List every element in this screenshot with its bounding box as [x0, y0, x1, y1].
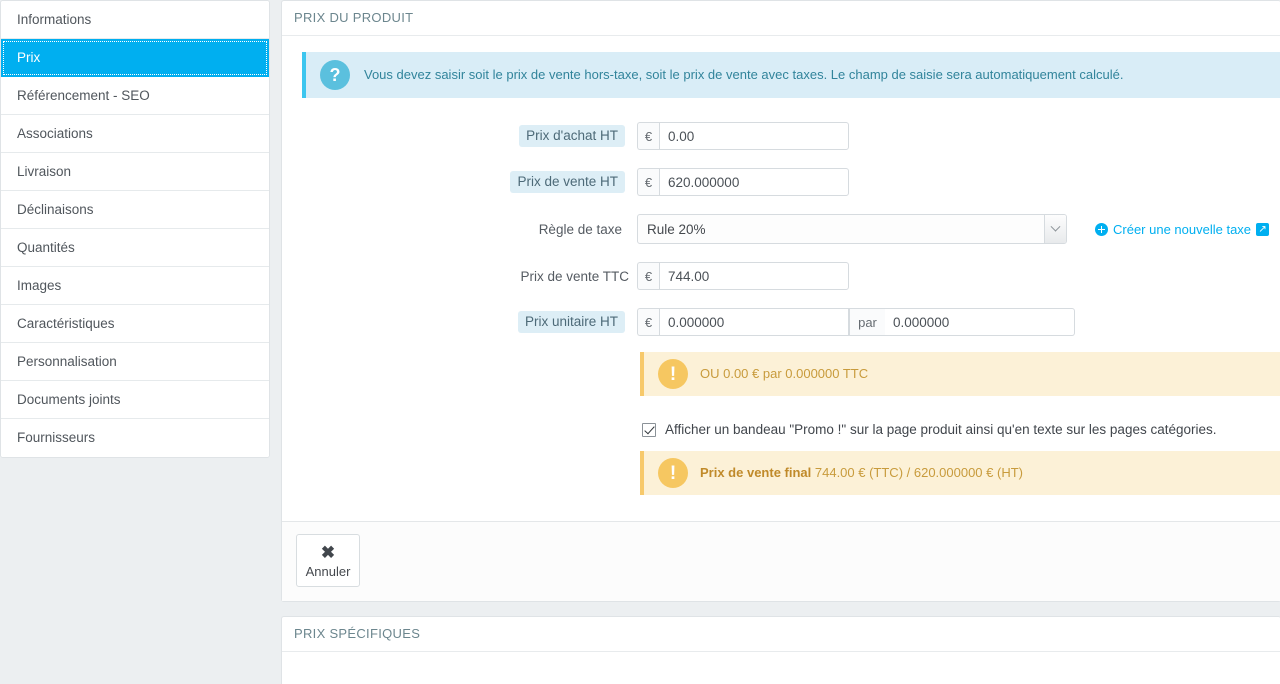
- purchase-price-control: €: [637, 122, 849, 150]
- warning-icon: !: [658, 359, 688, 389]
- sidebar-item-documents-joints[interactable]: Documents joints: [1, 381, 269, 419]
- main-content: PRIX DU PRODUIT ? Vous devez saisir soit…: [270, 0, 1280, 684]
- price-info-alert-text: Vous devez saisir soit le prix de vente …: [364, 67, 1124, 82]
- sidebar-item-declinaisons[interactable]: Déclinaisons: [1, 191, 269, 229]
- row-sale-price-ht: Prix de vente HT €: [282, 168, 1280, 196]
- purchase-price-input-group: €: [637, 122, 849, 150]
- sidebar-item-personnalisation[interactable]: Personnalisation: [1, 343, 269, 381]
- sidebar-item-associations[interactable]: Associations: [1, 115, 269, 153]
- price-info-alert: ? Vous devez saisir soit le prix de vent…: [302, 52, 1280, 98]
- price-form: Prix d'achat HT € Prix de vente HT: [282, 98, 1280, 495]
- row-tax-rule: Règle de taxe Rule 20% Créer une nouvell…: [282, 214, 1280, 244]
- promo-banner-label[interactable]: Afficher un bandeau "Promo !" sur la pag…: [665, 422, 1217, 437]
- unit-price-label: Prix unitaire HT: [517, 311, 625, 333]
- sidebar-item-quantites[interactable]: Quantités: [1, 229, 269, 267]
- unit-price-warning-text: OU 0.00 € par 0.000000 TTC: [700, 366, 869, 381]
- tax-rule-select-value[interactable]: Rule 20%: [637, 214, 1067, 244]
- product-tabs-sidebar: Informations Prix Référencement - SEO As…: [0, 0, 270, 684]
- panel-body: ? Vous devez saisir soit le prix de vent…: [282, 52, 1280, 601]
- euro-symbol-icon: €: [637, 308, 659, 336]
- row-purchase-price: Prix d'achat HT €: [282, 122, 1280, 150]
- tax-rule-label: Règle de taxe: [538, 221, 622, 237]
- final-price-strong: Prix de vente final: [700, 465, 812, 480]
- specific-prices-panel: PRIX SPÉCIFIQUES: [281, 616, 1280, 684]
- promo-banner-row: Afficher un bandeau "Promo !" sur la pag…: [642, 422, 1280, 437]
- promo-banner-checkbox[interactable]: [642, 422, 656, 437]
- unit-price-input[interactable]: [659, 308, 849, 336]
- panel-footer: ✖ Annuler: [282, 521, 1280, 601]
- unit-price-warning-alert: ! OU 0.00 € par 0.000000 TTC: [640, 352, 1280, 396]
- sale-price-ht-label-cell: Prix de vente HT: [282, 171, 637, 193]
- sidebar-nav-list: Informations Prix Référencement - SEO As…: [0, 0, 270, 458]
- specific-prices-body: [282, 652, 1280, 684]
- sale-price-ht-control: €: [637, 168, 849, 196]
- create-new-tax-link[interactable]: Créer une nouvelle taxe ↗: [1095, 214, 1270, 244]
- sale-price-ht-label: Prix de vente HT: [510, 171, 625, 193]
- warning-icon: !: [658, 458, 688, 488]
- unit-price-per-input[interactable]: [885, 308, 1075, 336]
- chevron-down-icon[interactable]: [1044, 215, 1066, 243]
- sidebar-item-informations[interactable]: Informations: [1, 1, 269, 39]
- cancel-button[interactable]: ✖ Annuler: [296, 534, 360, 587]
- sidebar-item-referencement-seo[interactable]: Référencement - SEO: [1, 77, 269, 115]
- close-icon: ✖: [320, 543, 336, 562]
- sidebar-item-fournisseurs[interactable]: Fournisseurs: [1, 419, 269, 457]
- unit-price-label-cell: Prix unitaire HT: [282, 311, 637, 333]
- euro-symbol-icon: €: [637, 262, 659, 290]
- sale-price-ht-input-group: €: [637, 168, 849, 196]
- row-sale-price-ttc: Prix de vente TTC €: [282, 262, 1280, 290]
- sale-price-ttc-control: €: [637, 262, 849, 290]
- sidebar-item-livraison[interactable]: Livraison: [1, 153, 269, 191]
- purchase-price-label-cell: Prix d'achat HT: [282, 125, 637, 147]
- sidebar-item-images[interactable]: Images: [1, 267, 269, 305]
- product-price-page: Informations Prix Référencement - SEO As…: [0, 0, 1280, 684]
- euro-symbol-icon: €: [637, 122, 659, 150]
- tax-rule-label-cell: Règle de taxe: [282, 222, 637, 237]
- sale-price-ht-input[interactable]: [659, 168, 849, 196]
- external-link-icon: ↗: [1256, 222, 1270, 236]
- panel-gap: [281, 602, 1280, 616]
- cancel-button-label: Annuler: [305, 564, 351, 579]
- sidebar-item-caracteristiques[interactable]: Caractéristiques: [1, 305, 269, 343]
- unit-price-control: € par: [637, 308, 1075, 336]
- final-price-alert: ! Prix de vente final 744.00 € (TTC) / 6…: [640, 451, 1280, 495]
- create-new-tax-label: Créer une nouvelle taxe: [1113, 221, 1252, 237]
- row-unit-price: Prix unitaire HT € par: [282, 308, 1280, 336]
- question-circle-icon: ?: [320, 60, 350, 90]
- tax-rule-select[interactable]: Rule 20%: [637, 214, 1067, 244]
- sale-price-ttc-label-cell: Prix de vente TTC: [282, 269, 637, 284]
- product-price-panel: PRIX DU PRODUIT ? Vous devez saisir soit…: [281, 0, 1280, 602]
- purchase-price-input[interactable]: [659, 122, 849, 150]
- tax-rule-control: Rule 20% Créer une nouvelle taxe ↗: [637, 214, 1270, 244]
- sale-price-ttc-label: Prix de vente TTC: [520, 268, 629, 284]
- specific-prices-title: PRIX SPÉCIFIQUES: [282, 617, 1280, 652]
- panel-title: PRIX DU PRODUIT: [282, 1, 1280, 36]
- final-price-values: 744.00 € (TTC) / 620.000000 € (HT): [811, 465, 1023, 480]
- purchase-price-label: Prix d'achat HT: [519, 125, 625, 147]
- sidebar-item-prix[interactable]: Prix: [1, 39, 269, 77]
- sale-price-ttc-input-group: €: [637, 262, 849, 290]
- euro-symbol-icon: €: [637, 168, 659, 196]
- unit-price-per-label: par: [849, 308, 885, 336]
- sale-price-ttc-input[interactable]: [659, 262, 849, 290]
- plus-circle-icon: [1095, 222, 1108, 236]
- unit-price-input-group: € par: [637, 308, 1075, 336]
